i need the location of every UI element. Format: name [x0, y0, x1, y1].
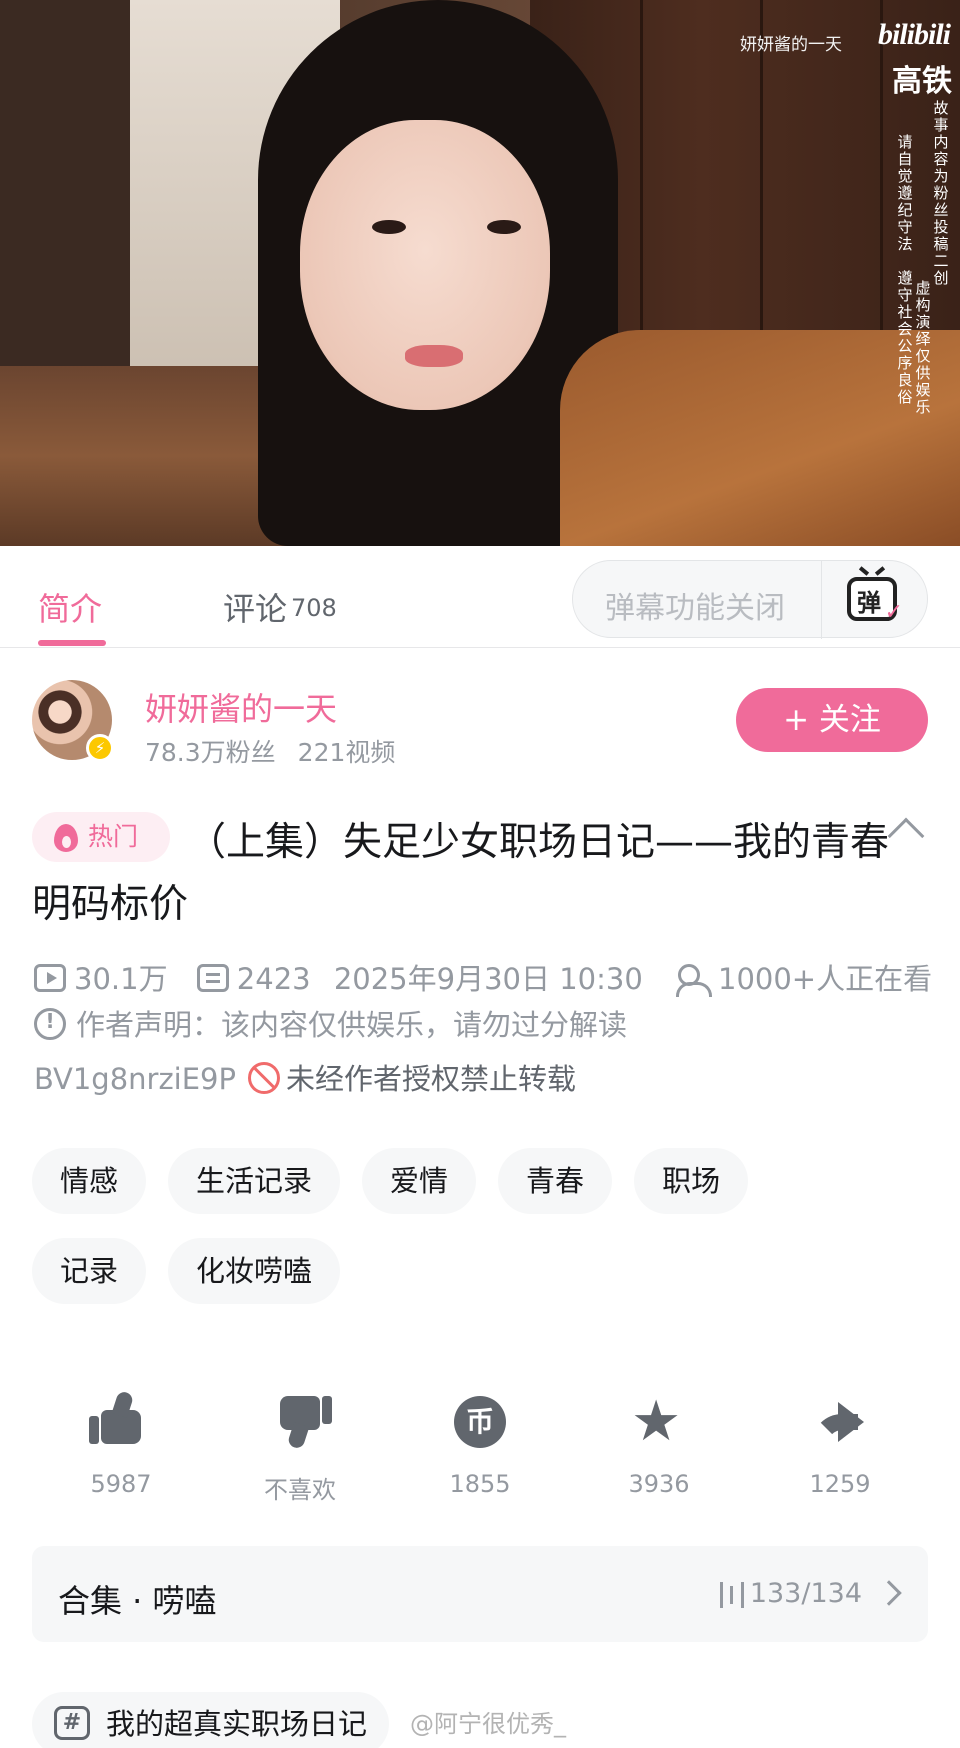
chevron-right-icon [876, 1580, 902, 1606]
tag-chip[interactable]: 生活记录 [168, 1148, 341, 1214]
thumbs-up-icon [89, 1410, 141, 1444]
hot-badge-label: 热门 [88, 822, 139, 851]
danmaku-count: 2423 [236, 962, 311, 996]
video-count: 221视频 [297, 738, 396, 767]
tag-chip[interactable]: 青春 [498, 1148, 613, 1214]
thumbs-down-icon [280, 1396, 320, 1430]
bvid-row: BV1g8nrziE9P 未经作者授权禁止转载 [34, 1056, 576, 1098]
video-subject [372, 220, 406, 234]
info-icon [34, 1008, 66, 1040]
like-count: 5987 [90, 1470, 152, 1498]
topic-hash-icon: # [54, 1706, 90, 1740]
collection-name: 合集 · 唠嗑 [58, 1582, 217, 1620]
video-frame-bg [0, 0, 130, 400]
video-disclaimer: 虚构演绎仅供娱乐 [915, 279, 931, 416]
no-repost-text: 未经作者授权禁止转载 [286, 1062, 577, 1096]
video-disclaimer: 故事内容为粉丝投稿二创 [933, 99, 949, 287]
author-name[interactable]: 妍妍酱的一天 [145, 684, 337, 730]
watching-icon [676, 964, 712, 997]
like-button[interactable]: 5987 [41, 1392, 201, 1498]
bilibili-logo: bilibili [877, 18, 951, 51]
dislike-button[interactable]: 不喜欢 [220, 1392, 380, 1505]
tab-comments[interactable]: 评论 708 [223, 584, 337, 630]
video-watermark-channel: 妍妍酱的一天 [740, 35, 842, 55]
collection-progress: 133/134 [749, 1578, 862, 1609]
video-watermark-tag: 高铁 [892, 64, 952, 99]
share-count: 1259 [809, 1470, 871, 1498]
hot-badge[interactable]: 热门 [32, 812, 170, 862]
watching-count: 1000+人正在看 [718, 962, 933, 996]
tab-intro[interactable]: 简介 [38, 584, 102, 630]
author-stats: 78.3万粉丝 221视频 [145, 733, 395, 769]
coin-count: 1855 [449, 1470, 511, 1498]
flame-icon [54, 824, 78, 852]
collapse-chevron-icon[interactable] [887, 817, 925, 855]
bvid[interactable]: BV1g8nrziE9P [34, 1062, 236, 1096]
share-button[interactable]: 1259 [760, 1392, 920, 1498]
avatar[interactable]: ⚡ [32, 680, 114, 762]
play-count-icon [34, 964, 66, 992]
danmaku-icon-char: 弹 [857, 589, 881, 617]
fans-count: 78.3万粉丝 [145, 738, 276, 767]
overlay-watermark: @阿宁很优秀_ [410, 1710, 566, 1738]
danmaku-toggle-icon[interactable]: 弹 ✓ [847, 577, 903, 625]
no-repost-icon [248, 1062, 280, 1094]
verified-lightning-icon: ⚡ [86, 734, 114, 762]
dislike-label: 不喜欢 [264, 1476, 336, 1504]
danmaku-input[interactable]: 弹幕功能关闭 弹 ✓ [572, 560, 928, 639]
comment-count: 708 [291, 594, 337, 622]
series-chip-label: 我的超真实职场日记 [106, 1707, 368, 1741]
follow-button[interactable]: + 关注 [736, 688, 928, 752]
tag-chip[interactable]: 爱情 [362, 1148, 477, 1214]
series-chip[interactable]: # 我的超真实职场日记 [32, 1692, 390, 1748]
share-arrow-icon [812, 1402, 864, 1442]
video-subject [405, 345, 463, 367]
tag-list: 情感 生活记录 爱情 青春 职场 记录 化妆唠嗑 [32, 1148, 932, 1328]
coin-button[interactable]: 币 1855 [400, 1392, 560, 1498]
publish-date: 2025年9月30日 10:30 [333, 962, 643, 996]
tag-chip[interactable]: 化妆唠嗑 [168, 1238, 341, 1304]
tag-chip[interactable]: 情感 [32, 1148, 147, 1214]
check-icon: ✓ [884, 600, 903, 625]
favorite-button[interactable]: ★ 3936 [579, 1389, 739, 1499]
action-bar: 5987 不喜欢 币 1855 ★ 3936 1259 [0, 1392, 960, 1512]
tag-chip[interactable]: 职场 [634, 1148, 749, 1214]
tab-comments-label: 评论 [223, 590, 288, 628]
author-notice-text: 作者声明：该内容仅供娱乐，请勿过分解读 [76, 1008, 628, 1042]
tab-bar: 简介 评论 708 弹幕功能关闭 弹 ✓ [0, 546, 960, 648]
star-icon: ★ [631, 1389, 682, 1454]
tab-active-indicator [38, 640, 106, 646]
video-subject [487, 220, 521, 234]
favorite-count: 3936 [628, 1470, 690, 1498]
video-player[interactable]: 妍妍酱的一天 bilibili 高铁 故事内容为粉丝投稿二创 虚构演绎仅供娱乐 … [0, 0, 960, 546]
author-notice: 作者声明：该内容仅供娱乐，请勿过分解读 [34, 1002, 627, 1044]
video-disclaimer: 请自觉遵纪守法 [897, 133, 913, 253]
tag-chip[interactable]: 记录 [32, 1238, 147, 1304]
danmaku-count-icon [196, 964, 229, 992]
video-disclaimer: 遵守社会公序良俗 [897, 269, 913, 406]
collection-card[interactable]: 合集 · 唠嗑 133/134 [32, 1546, 928, 1642]
divider [821, 561, 822, 639]
coin-icon: 币 [454, 1396, 506, 1448]
danmaku-placeholder: 弹幕功能关闭 [605, 591, 785, 626]
playlist-icon [720, 1582, 744, 1608]
view-count: 30.1万 [74, 962, 168, 996]
video-stats: 30.1万 2423 2025年9月30日 10:30 1000+人正在看 [34, 956, 932, 998]
